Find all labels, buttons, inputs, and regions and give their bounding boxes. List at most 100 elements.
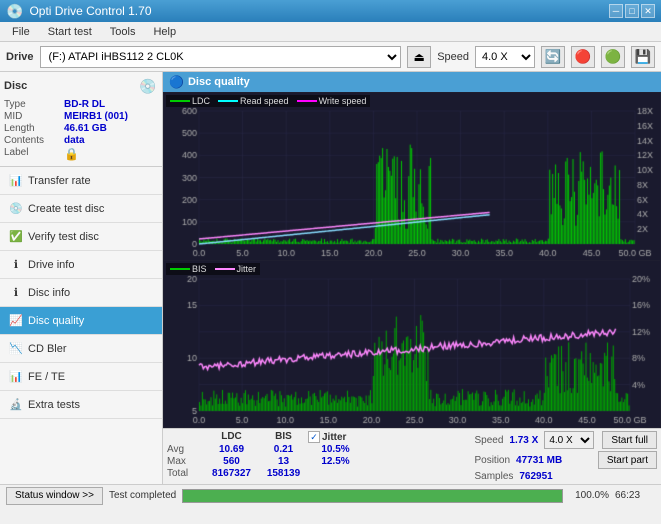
nav-fe-te[interactable]: 📊 FE / TE: [0, 363, 162, 391]
avg-jitter: 10.5%: [308, 444, 363, 455]
menu-bar: File Start test Tools Help: [0, 22, 661, 42]
max-label: Max: [167, 456, 202, 467]
speed-dropdown[interactable]: 4.0 X: [544, 431, 594, 449]
avg-label: Avg: [167, 444, 202, 455]
start-part-button[interactable]: Start part: [598, 451, 657, 469]
eject-button[interactable]: ⏏: [407, 46, 431, 68]
legend-write-speed-label: Write speed: [319, 96, 367, 106]
progress-fill: [183, 490, 562, 502]
nav-drive-info[interactable]: ℹ Drive info: [0, 251, 162, 279]
refresh-button[interactable]: 🔄: [541, 46, 565, 68]
cd-bler-icon: 📉: [8, 341, 24, 357]
nav-disc-quality[interactable]: 📈 Disc quality: [0, 307, 162, 335]
col-bis: BIS: [261, 431, 306, 443]
nav-fe-te-label: FE / TE: [28, 371, 65, 383]
drive-select[interactable]: (F:) ATAPI iHBS112 2 CL0K: [40, 46, 402, 68]
save-button[interactable]: 💾: [631, 46, 655, 68]
speed-row: Speed 1.73 X 4.0 X: [474, 431, 594, 449]
speed-label: Speed: [474, 435, 503, 446]
main-content: Disc 💿 Type BD-R DL MID MEIRB1 (001) Len…: [0, 72, 661, 484]
verify-test-disc-icon: ✅: [8, 229, 24, 245]
chart1-canvas: [164, 93, 660, 260]
disc-quality-icon: 📈: [8, 313, 24, 329]
disc-section-title: Disc: [4, 80, 27, 92]
disc-length-val: 46.61 GB: [64, 123, 107, 134]
disc-type-val: BD-R DL: [64, 99, 105, 110]
minimize-button[interactable]: ─: [609, 4, 623, 18]
progress-percent: 100.0%: [569, 490, 609, 501]
total-bis: 158139: [261, 468, 306, 479]
nav-create-test-disc-label: Create test disc: [28, 203, 104, 215]
stats-avg-row: Avg 10.69 0.21 10.5%: [167, 444, 460, 455]
position-label: Position: [474, 455, 510, 466]
disc-contents-val: data: [64, 135, 85, 146]
nav-verify-test-disc[interactable]: ✅ Verify test disc: [0, 223, 162, 251]
title-bar: 💿 Opti Drive Control 1.70 ─ □ ✕: [0, 0, 661, 22]
disc-section: Disc 💿 Type BD-R DL MID MEIRB1 (001) Len…: [0, 72, 162, 167]
disc-type-row: Type BD-R DL: [4, 99, 158, 110]
title-bar-controls: ─ □ ✕: [609, 4, 655, 18]
status-window-button[interactable]: Status window >>: [6, 487, 103, 505]
col-ldc: LDC: [204, 431, 259, 443]
menu-file[interactable]: File: [4, 24, 38, 40]
stats-table: LDC BIS ✓ Jitter Avg 10.69 0.21 10.5%: [167, 431, 460, 479]
stats-spacer: [167, 431, 202, 443]
stats-max-row: Max 560 13 12.5%: [167, 456, 460, 467]
avg-bis: 0.21: [261, 444, 306, 455]
speed-select[interactable]: 4.0 X: [475, 46, 535, 68]
jitter-checkbox[interactable]: ✓: [308, 431, 320, 443]
stats-total-row: Total 8167327 158139: [167, 468, 460, 479]
nav-cd-bler[interactable]: 📉 CD Bler: [0, 335, 162, 363]
disc-icon: 💿: [138, 76, 158, 96]
nav-transfer-rate-label: Transfer rate: [28, 175, 91, 187]
chart2-legend: BIS Jitter: [166, 263, 260, 275]
start-full-button[interactable]: Start full: [602, 431, 657, 449]
disc-label-icon: 🔒: [64, 147, 79, 161]
action-btn-2[interactable]: 🟢: [601, 46, 625, 68]
progress-bar: [182, 489, 563, 503]
menu-tools[interactable]: Tools: [102, 24, 144, 40]
ldc-color: [170, 100, 190, 102]
max-bis: 13: [261, 456, 306, 467]
close-button[interactable]: ✕: [641, 4, 655, 18]
status-text: Test completed: [109, 490, 176, 501]
disc-contents-row: Contents data: [4, 135, 158, 146]
legend-bis: BIS: [170, 264, 207, 274]
disc-length-key: Length: [4, 123, 64, 134]
disc-quality-header: 🔵 Disc quality: [163, 72, 661, 92]
nav-disc-info-label: Disc info: [28, 287, 70, 299]
total-label: Total: [167, 468, 202, 479]
right-panel: 🔵 Disc quality LDC Read speed: [163, 72, 661, 484]
legend-read-speed: Read speed: [218, 96, 289, 106]
extra-tests-icon: 🔬: [8, 397, 24, 413]
samples-label: Samples: [474, 471, 513, 482]
maximize-button[interactable]: □: [625, 4, 639, 18]
jitter-color: [215, 268, 235, 270]
samples-value: 762951: [519, 471, 552, 482]
position-value: 47731 MB: [516, 455, 562, 466]
action-btn-1[interactable]: 🔴: [571, 46, 595, 68]
nav-disc-info[interactable]: ℹ Disc info: [0, 279, 162, 307]
nav-create-test-disc[interactable]: 💿 Create test disc: [0, 195, 162, 223]
chart2-canvas: [164, 261, 660, 427]
nav-transfer-rate[interactable]: 📊 Transfer rate: [0, 167, 162, 195]
stats-row: LDC BIS ✓ Jitter Avg 10.69 0.21 10.5%: [167, 431, 657, 482]
menu-start-test[interactable]: Start test: [40, 24, 100, 40]
max-jitter: 12.5%: [308, 456, 363, 467]
nav-disc-quality-label: Disc quality: [28, 315, 84, 327]
drive-label: Drive: [6, 51, 34, 63]
status-bar: Status window >> Test completed 100.0% 6…: [0, 484, 661, 506]
nav-drive-info-label: Drive info: [28, 259, 74, 271]
menu-help[interactable]: Help: [145, 24, 184, 40]
write-speed-color: [297, 100, 317, 102]
disc-quality-title: Disc quality: [188, 76, 250, 88]
drive-bar: Drive (F:) ATAPI iHBS112 2 CL0K ⏏ Speed …: [0, 42, 661, 72]
disc-info-icon: ℹ: [8, 285, 24, 301]
legend-jitter: Jitter: [215, 264, 257, 274]
title-bar-title: 💿 Opti Drive Control 1.70: [6, 3, 152, 20]
right-stats: Speed 1.73 X 4.0 X Start full Position 4…: [474, 431, 657, 482]
fe-te-icon: 📊: [8, 369, 24, 385]
charts-container: LDC Read speed Write speed: [163, 92, 661, 428]
nav-extra-tests[interactable]: 🔬 Extra tests: [0, 391, 162, 419]
time-value: 66:23: [615, 490, 655, 501]
